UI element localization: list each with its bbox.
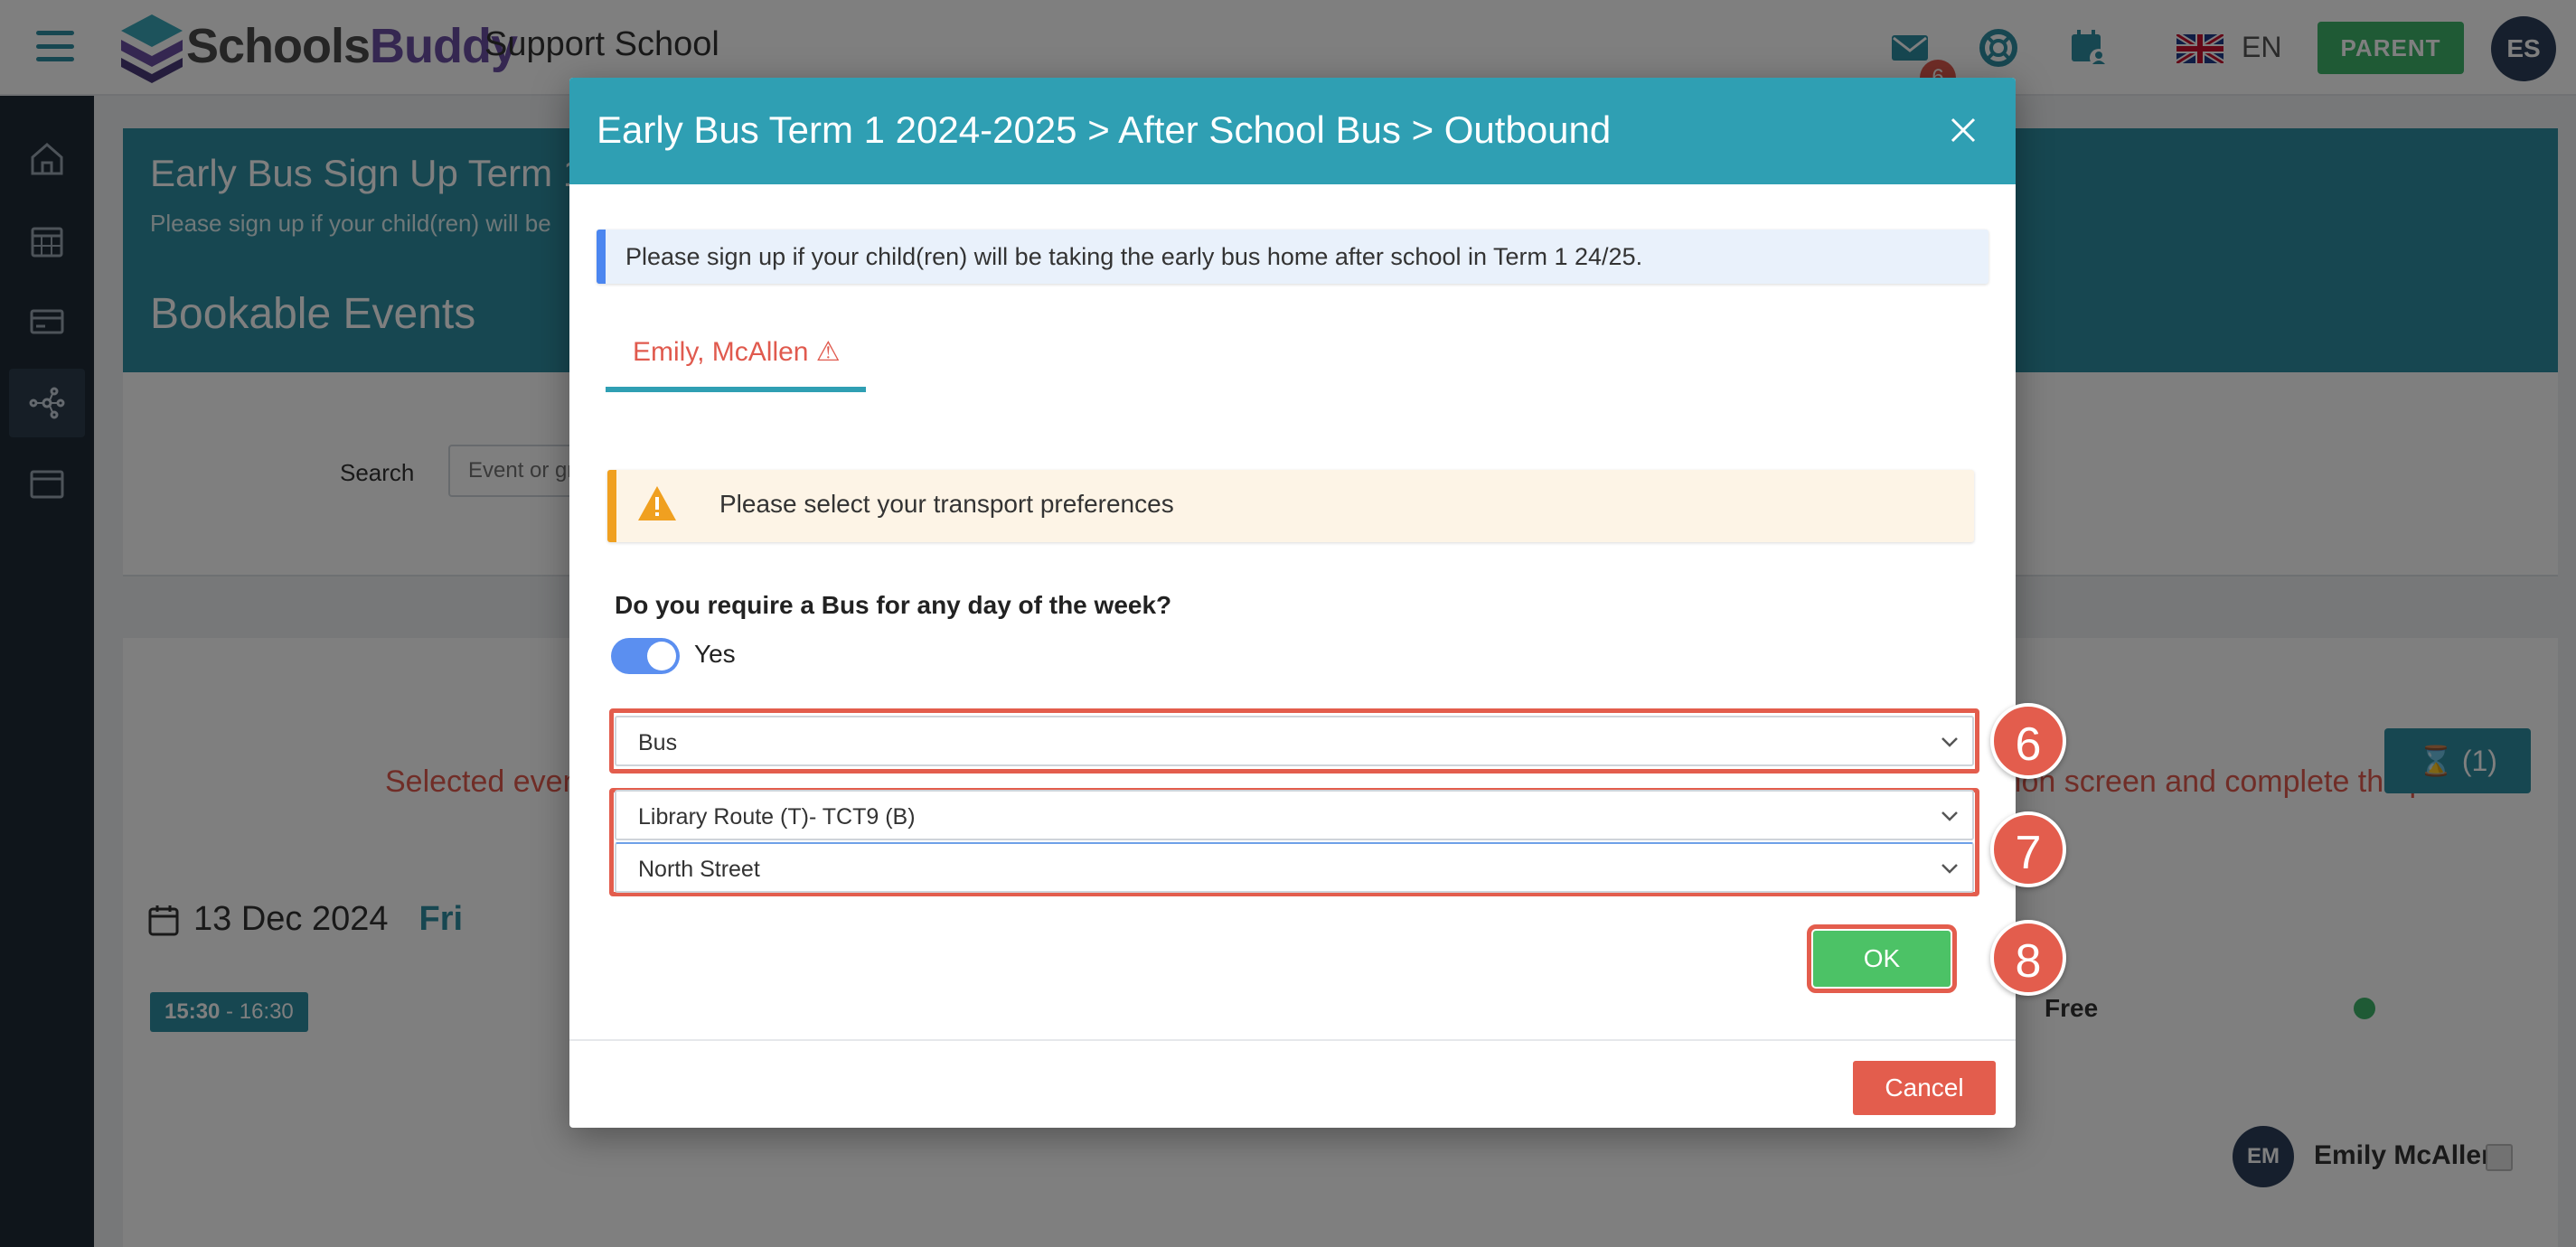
- stop-select-value: North Street: [638, 857, 760, 882]
- step-marker-8: 8: [1990, 920, 2066, 996]
- transport-select[interactable]: Bus: [615, 716, 1974, 766]
- modal-title: Early Bus Term 1 2024-2025 > After Schoo…: [597, 108, 1612, 151]
- modal-header: Early Bus Term 1 2024-2025 > After Schoo…: [569, 78, 2016, 184]
- warning-text: Please select your transport preferences: [719, 490, 1174, 518]
- transport-select-value: Bus: [638, 730, 678, 755]
- route-select-value: Library Route (T)- TCT9 (B): [638, 804, 916, 830]
- info-text: Please sign up if your child(ren) will b…: [625, 243, 1643, 270]
- step-marker-6: 6: [1990, 703, 2066, 779]
- route-select[interactable]: Library Route (T)- TCT9 (B): [615, 790, 1974, 840]
- close-icon[interactable]: [1945, 112, 1981, 148]
- toggle-knob: [647, 642, 676, 670]
- warning-icon: [638, 486, 676, 520]
- footer-divider: [569, 1039, 2016, 1041]
- toggle-label: Yes: [694, 640, 736, 668]
- info-message: Please sign up if your child(ren) will b…: [597, 230, 1988, 284]
- tab-student-label: Emily, McAllen ⚠: [633, 337, 841, 367]
- warning-message: Please select your transport preferences: [607, 470, 1974, 542]
- cancel-button[interactable]: Cancel: [1853, 1061, 1996, 1115]
- chevron-down-icon: [1941, 864, 1958, 874]
- bus-toggle[interactable]: [611, 638, 680, 674]
- transport-modal: Early Bus Term 1 2024-2025 > After Schoo…: [569, 78, 2016, 1128]
- tab-student[interactable]: Emily, McAllen ⚠: [606, 336, 866, 392]
- bus-question: Do you require a Bus for any day of the …: [615, 591, 1172, 619]
- step-marker-7: 7: [1990, 811, 2066, 887]
- ok-button[interactable]: OK: [1807, 924, 1957, 993]
- chevron-down-icon: [1941, 737, 1958, 747]
- stop-select[interactable]: North Street: [615, 842, 1974, 893]
- chevron-down-icon: [1941, 811, 1958, 821]
